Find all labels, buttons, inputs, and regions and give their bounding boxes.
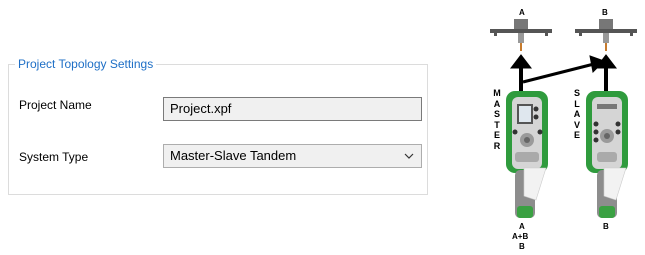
handheld-controller-icon [586, 91, 628, 218]
master-bottom-ab: A+B [512, 232, 529, 241]
project-topology-groupbox: Project Topology Settings Project Name P… [8, 57, 428, 195]
groupbox-title: Project Topology Settings [15, 57, 157, 71]
slave-letter: L [574, 98, 580, 109]
slave-bottom-b: B [603, 222, 609, 231]
arm-tool-a-icon [490, 19, 552, 51]
system-type-select[interactable]: Master-Slave Tandem [163, 144, 422, 168]
handheld-controller-icon [506, 91, 548, 218]
master-vertical-label: M A S T E R [492, 88, 502, 151]
master-letter: T [494, 119, 500, 130]
master-letter: R [493, 140, 501, 151]
arrow-icon [509, 54, 618, 92]
topology-figure: A B M A S T E R S L A V E A A+B B B [470, 0, 645, 255]
master-letter: E [493, 130, 500, 140]
slave-letter: A [573, 109, 581, 119]
slave-vertical-label: S L A V E [572, 88, 582, 141]
arm-tool-b-icon [575, 19, 637, 51]
system-type-label: System Type [19, 150, 89, 164]
chevron-down-icon [404, 153, 414, 159]
slave-letter: V [573, 119, 580, 130]
master-letter: A [493, 98, 501, 109]
master-letter: S [493, 109, 500, 119]
master-bottom-a: A [519, 222, 525, 231]
project-name-value: Project.xpf [170, 101, 232, 116]
project-name-input[interactable]: Project.xpf [163, 97, 422, 121]
slave-letter: S [573, 88, 580, 98]
slave-letter: E [573, 130, 580, 140]
project-name-label: Project Name [19, 98, 92, 112]
master-letter: M [493, 88, 501, 98]
master-bottom-b: B [519, 242, 525, 251]
system-type-value: Master-Slave Tandem [170, 148, 297, 163]
